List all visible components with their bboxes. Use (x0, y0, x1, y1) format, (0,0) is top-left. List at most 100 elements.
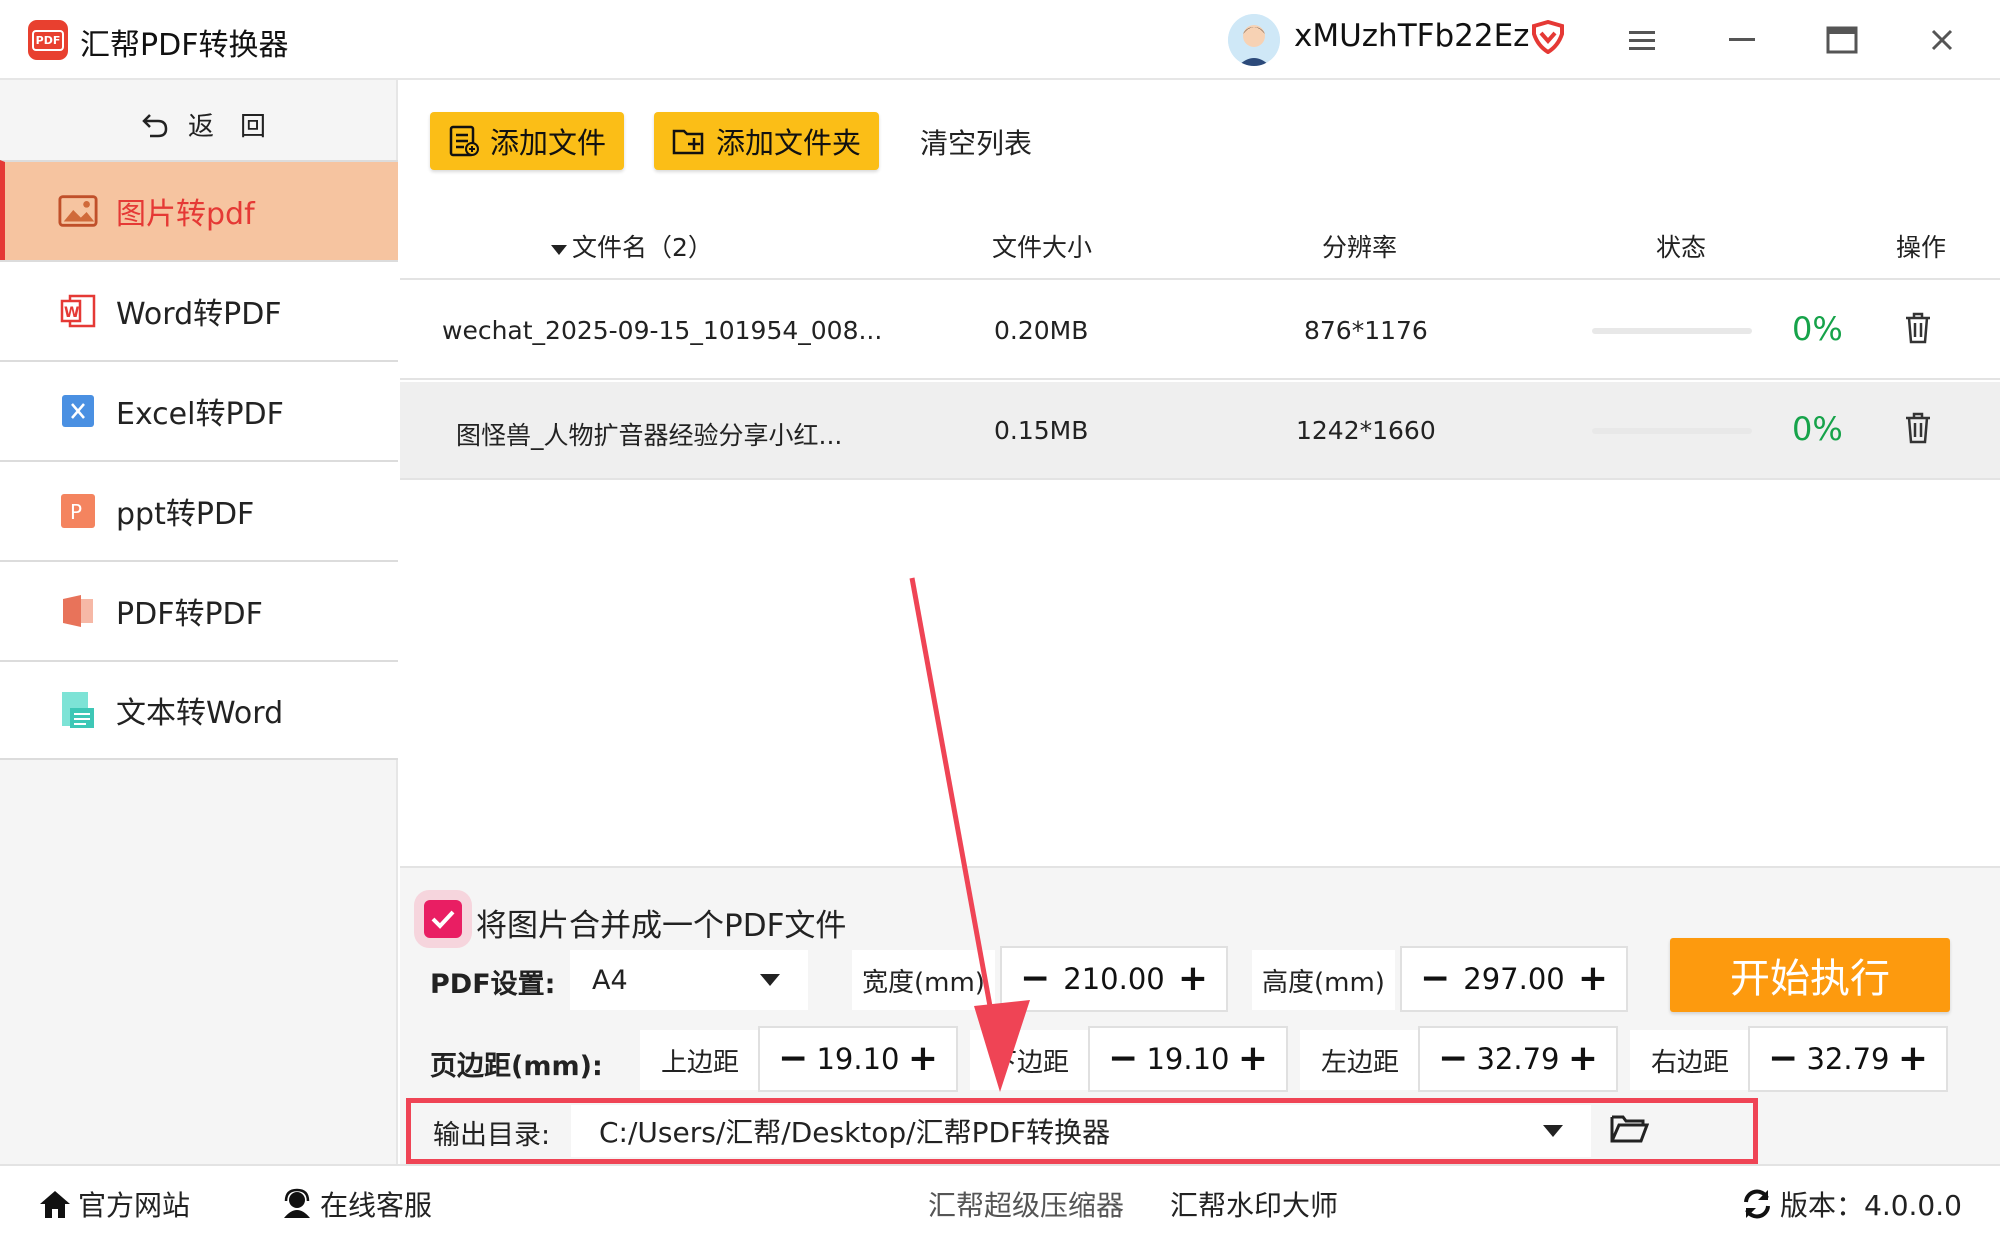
close-icon[interactable] (1920, 18, 1964, 62)
back-button[interactable]: 返 回 (140, 106, 266, 143)
progress-percent: 0% (1792, 310, 1843, 348)
pdf-icon (58, 591, 98, 631)
table-row[interactable]: wechat_2025-09-15_101954_008... 0.20MB 8… (400, 282, 2000, 380)
menu-icon[interactable] (1620, 18, 1664, 62)
website-link[interactable]: 官方网站 (38, 1184, 190, 1224)
file-resolution: 876*1176 (1304, 316, 1428, 345)
word-icon: W (58, 291, 98, 331)
title-bar: PDF 汇帮PDF转换器 xMUzhTFb22Ez (0, 0, 2000, 80)
file-table-header: 文件名（2） 文件大小 分辨率 状态 操作 (400, 210, 2000, 280)
right-margin-value[interactable]: 32.79 (1806, 1042, 1889, 1076)
avatar[interactable] (1228, 14, 1280, 66)
clear-list-button[interactable]: 清空列表 (920, 122, 1032, 162)
plus-icon[interactable]: + (1898, 1041, 1928, 1077)
sidebar-item-word-to-pdf[interactable]: W Word转PDF (0, 260, 398, 360)
sidebar-item-label: Word转PDF (116, 297, 282, 332)
progress-bar (1592, 428, 1752, 434)
merge-label[interactable]: 将图片合并成一个PDF文件 (476, 900, 846, 945)
file-resolution: 1242*1660 (1296, 416, 1436, 445)
minus-icon[interactable]: − (1768, 1041, 1798, 1077)
height-stepper[interactable]: − 297.00 + (1400, 946, 1628, 1012)
width-value[interactable]: 210.00 (1063, 962, 1164, 996)
resolution-column-header: 分辨率 (1322, 233, 1398, 262)
height-label: 高度(mm) (1252, 950, 1395, 1010)
filename-column-header[interactable]: 文件名（2） (550, 228, 713, 264)
output-path-select[interactable]: C:/Users/汇帮/Desktop/汇帮PDF转换器 (571, 1105, 1591, 1157)
top-margin-stepper[interactable]: − 19.10 + (758, 1026, 958, 1092)
plus-icon[interactable]: + (908, 1041, 938, 1077)
page-size-value: A4 (592, 964, 628, 996)
text-icon (58, 690, 98, 730)
top-margin-value[interactable]: 19.10 (816, 1042, 899, 1076)
width-stepper[interactable]: − 210.00 + (1000, 946, 1228, 1012)
output-label: 输出目录: (433, 1120, 551, 1151)
minus-icon[interactable]: − (1420, 961, 1450, 997)
app-title: 汇帮PDF转换器 (80, 28, 289, 63)
add-file-button[interactable]: 添加文件 (430, 112, 625, 170)
file-size: 0.20MB (994, 316, 1089, 345)
pdf-settings-label: PDF设置: (430, 969, 556, 1000)
username[interactable]: xMUzhTFb22Ez (1294, 18, 1529, 54)
left-margin-value[interactable]: 32.79 (1476, 1042, 1559, 1076)
page-size-select[interactable]: A4 (570, 950, 808, 1010)
status-column-header: 状态 (1656, 233, 1707, 262)
add-folder-label: 添加文件夹 (716, 126, 862, 160)
delete-icon[interactable] (1904, 312, 1932, 346)
minus-icon[interactable]: − (1108, 1041, 1138, 1077)
checkmark-icon (431, 910, 455, 929)
sidebar-item-label: Excel转PDF (116, 397, 284, 432)
sidebar-item-ppt-to-pdf[interactable]: P ppt转PDF (0, 460, 398, 560)
file-name: wechat_2025-09-15_101954_008... (442, 316, 883, 345)
bottom-margin-stepper[interactable]: − 19.10 + (1088, 1026, 1288, 1092)
start-button[interactable]: 开始执行 (1670, 938, 1950, 1012)
plus-icon[interactable]: + (1178, 961, 1208, 997)
vip-icon[interactable] (1530, 19, 1566, 55)
file-name: 图怪兽_人物扩音器经验分享小红... (456, 421, 843, 450)
left-margin-stepper[interactable]: − 32.79 + (1418, 1026, 1618, 1092)
height-value[interactable]: 297.00 (1463, 962, 1564, 996)
sidebar-item-excel-to-pdf[interactable]: Excel转PDF (0, 360, 398, 460)
sidebar-item-image-to-pdf[interactable]: 图片转pdf (0, 160, 398, 260)
progress-percent: 0% (1792, 410, 1843, 448)
compressor-link[interactable]: 汇帮超级压缩器 (928, 1184, 1124, 1224)
folder-open-icon[interactable] (1609, 1111, 1650, 1149)
add-folder-button[interactable]: 添加文件夹 (654, 112, 880, 170)
support-link[interactable]: 在线客服 (280, 1184, 432, 1224)
sidebar-item-label: ppt转PDF (116, 497, 255, 532)
sidebar-item-label: 文本转Word (116, 696, 284, 731)
right-margin-label: 右边距 (1630, 1030, 1750, 1090)
sidebar-item-text-to-word[interactable]: 文本转Word (0, 660, 398, 760)
maximize-icon[interactable] (1820, 18, 1864, 62)
sidebar-item-label: PDF转PDF (116, 597, 263, 632)
table-row[interactable]: 图怪兽_人物扩音器经验分享小红... 0.15MB 1242*1660 0% (400, 382, 2000, 480)
delete-icon[interactable] (1904, 412, 1932, 446)
excel-icon (58, 391, 98, 431)
add-file-icon (449, 125, 479, 157)
back-label: 返 回 (188, 112, 267, 142)
home-icon (40, 1191, 70, 1218)
plus-icon[interactable]: + (1568, 1041, 1598, 1077)
add-file-label: 添加文件 (490, 126, 607, 160)
plus-icon[interactable]: + (1578, 961, 1608, 997)
sidebar-item-pdf-to-pdf[interactable]: PDF转PDF (0, 560, 398, 660)
minus-icon[interactable]: − (778, 1041, 808, 1077)
merge-checkbox[interactable] (424, 900, 462, 938)
minus-icon[interactable]: − (1438, 1041, 1468, 1077)
bottom-margin-value[interactable]: 19.10 (1146, 1042, 1229, 1076)
margin-label: 页边距(mm): (430, 1051, 603, 1082)
add-folder-icon (672, 129, 704, 155)
right-margin-stepper[interactable]: − 32.79 + (1748, 1026, 1948, 1092)
image-icon (58, 191, 98, 231)
watermark-link[interactable]: 汇帮水印大师 (1170, 1184, 1338, 1224)
plus-icon[interactable]: + (1238, 1041, 1268, 1077)
chevron-down-icon (1543, 1125, 1563, 1137)
size-column-header: 文件大小 (992, 233, 1093, 262)
refresh-icon (1744, 1189, 1770, 1219)
minus-icon[interactable]: − (1020, 961, 1050, 997)
svg-text:W: W (64, 305, 79, 321)
sort-down-icon (551, 245, 567, 255)
back-arrow-icon (142, 113, 168, 137)
progress-bar (1592, 328, 1752, 334)
output-path-value: C:/Users/汇帮/Desktop/汇帮PDF转换器 (599, 1116, 1111, 1149)
minimize-icon[interactable] (1720, 18, 1764, 62)
